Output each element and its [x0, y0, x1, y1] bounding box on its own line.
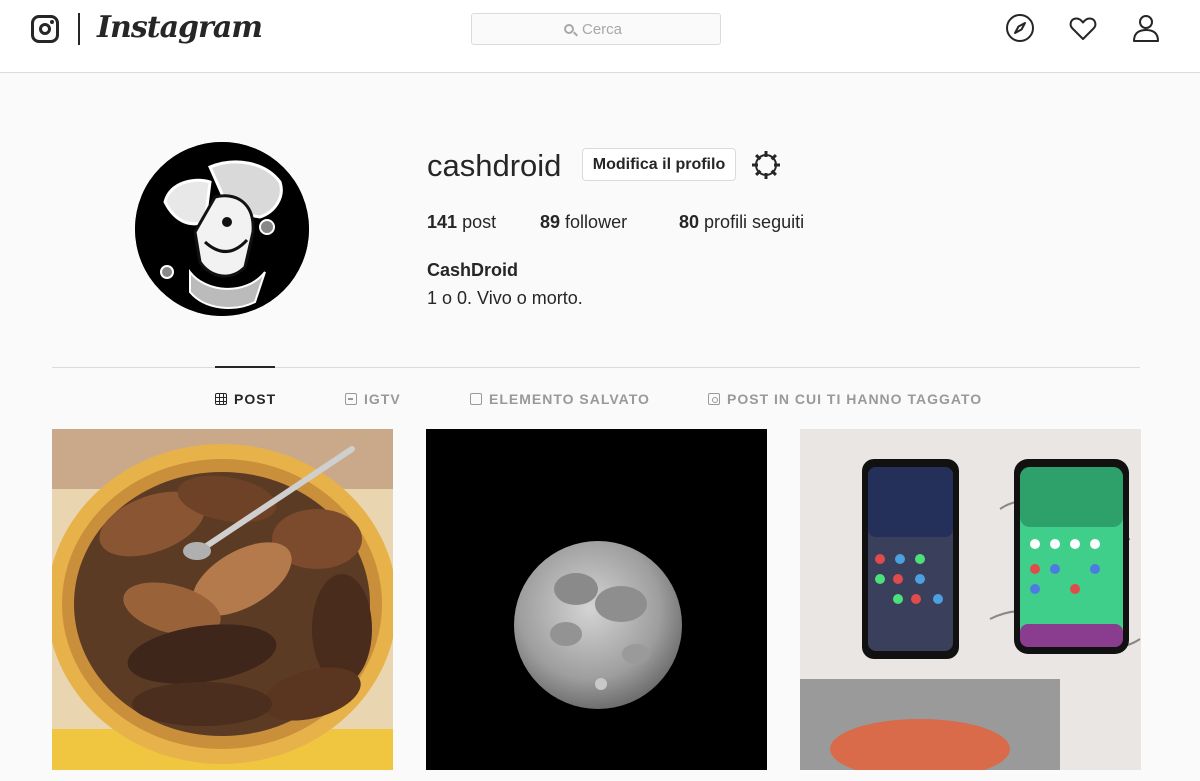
- following-count-label: profili seguiti: [704, 212, 805, 232]
- search-icon: [564, 24, 574, 34]
- instagram-wordmark[interactable]: Instagram: [97, 10, 263, 45]
- instagram-camera-icon[interactable]: [31, 15, 59, 43]
- posts-count-label: post: [462, 212, 497, 232]
- profile-avatar[interactable]: [135, 142, 309, 316]
- compass-icon[interactable]: [1005, 13, 1035, 43]
- logo-divider: [78, 13, 80, 45]
- tab-tagged[interactable]: POST IN CUI TI HANNO TAGGATO: [708, 390, 982, 408]
- tab-igtv[interactable]: IGTV: [345, 390, 401, 408]
- post-thumbnail-meat[interactable]: [52, 429, 393, 770]
- bookmark-icon: [470, 393, 482, 405]
- tab-saved[interactable]: ELEMENTO SALVATO: [470, 390, 650, 408]
- following-count[interactable]: 80 profili seguiti: [679, 212, 804, 233]
- active-tab-indicator: [215, 366, 275, 368]
- post-thumbnail-phones[interactable]: [800, 429, 1141, 770]
- profile-full-name: CashDroid: [427, 260, 519, 280]
- following-count-value: 80: [679, 212, 700, 232]
- search-placeholder: Cerca: [582, 21, 623, 38]
- tab-tagged-label: POST IN CUI TI HANNO TAGGATO: [727, 391, 983, 407]
- profile-username: cashdroid: [427, 148, 562, 183]
- search-input[interactable]: Cerca: [471, 13, 721, 45]
- person-icon[interactable]: [1131, 13, 1161, 43]
- post-thumbnail-moon[interactable]: [426, 429, 767, 770]
- followers-count-value: 89: [540, 212, 561, 232]
- heart-icon[interactable]: [1068, 13, 1098, 43]
- tab-posts-label: POST: [234, 391, 277, 407]
- profile-bio: 1 o 0. Vivo o morto.: [427, 288, 583, 308]
- posts-count-value: 141: [427, 212, 458, 232]
- igtv-icon: [345, 393, 357, 405]
- posts-count: 141 post: [427, 212, 496, 233]
- tab-posts[interactable]: POST: [215, 390, 276, 408]
- tab-igtv-label: IGTV: [364, 391, 401, 407]
- grid-icon: [215, 393, 227, 405]
- followers-count[interactable]: 89 follower: [540, 212, 627, 233]
- top-navigation-bar: Instagram Cerca: [0, 0, 1200, 73]
- followers-count-label: follower: [565, 212, 628, 232]
- tag-icon: [708, 393, 720, 405]
- tab-saved-label: ELEMENTO SALVATO: [489, 391, 650, 407]
- gear-icon[interactable]: [751, 150, 781, 180]
- edit-profile-button[interactable]: Modifica il profilo: [582, 148, 736, 181]
